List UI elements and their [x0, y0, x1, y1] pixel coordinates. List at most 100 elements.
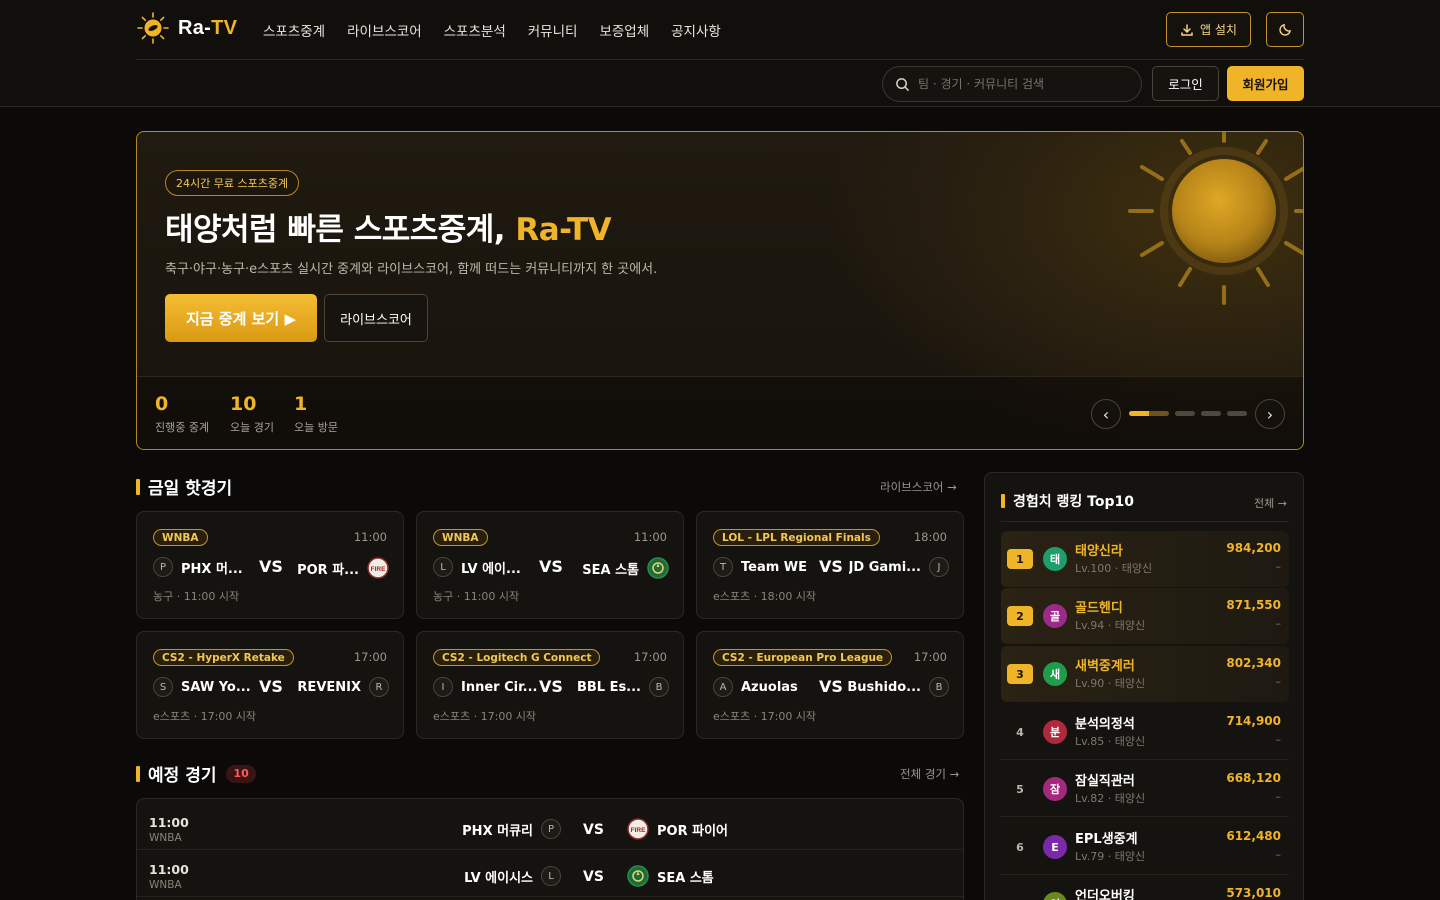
match-card[interactable]: LOL - LPL Regional Finals 18:00 T Team WE…: [696, 511, 964, 619]
carousel-dot[interactable]: [1175, 411, 1195, 416]
main-nav: 스포츠중계 라이브스코어 스포츠분석 커뮤니티 보증업체 공지사항: [263, 20, 743, 40]
match-teams: P PHX 머... VS POR 파... FIRE: [153, 557, 389, 579]
hero-banner: 24시간 무료 스포츠중계 태양처럼 빠른 스포츠중계, Ra-TV 축구·야구…: [136, 131, 1304, 450]
theme-toggle-button[interactable]: [1266, 12, 1304, 47]
search-box: [882, 66, 1142, 102]
nav-item-sports-analysis[interactable]: 스포츠분석: [444, 20, 506, 40]
rank-change: –: [1275, 617, 1282, 630]
nav-item-sports-broadcast[interactable]: 스포츠중계: [263, 20, 325, 40]
nav-item-verified-sites[interactable]: 보증업체: [599, 20, 649, 40]
home-team: SAW Yo...: [181, 679, 251, 695]
vs-label: VS: [583, 822, 604, 838]
match-time: 17:00: [913, 650, 947, 664]
schedule-league: WNBA: [149, 879, 182, 891]
xp-ranking-panel: 경험치 랭킹 Top10 전체 → 1 태 태양신라 Lv.100 · 태양신 984,…: [984, 472, 1304, 900]
stat-today-matches: 10 오늘 경기: [230, 393, 274, 434]
carousel-next-button[interactable]: ›: [1255, 399, 1285, 429]
list-item[interactable]: 2 골 골드헨디 Lv.94 · 태양신 871,550 –: [1001, 588, 1289, 644]
home-team: Inner Cir...: [461, 679, 538, 695]
search-input[interactable]: [918, 77, 1118, 91]
carousel-dot[interactable]: [1129, 411, 1169, 416]
user-name: 언더오버킹: [1075, 889, 1135, 900]
match-card[interactable]: CS2 - HyperX Retake 17:00 S SAW Yo... VS …: [136, 631, 404, 739]
match-card[interactable]: WNBA 11:00 P PHX 머... VS POR 파... FIRE 농구…: [136, 511, 404, 619]
avatar: 태: [1043, 547, 1067, 571]
rank-number: 3: [1007, 664, 1033, 684]
team-badge: L: [433, 557, 453, 577]
match-meta: 농구 · 11:00 시작: [153, 590, 240, 603]
table-row[interactable]: 11:00 WNBA PHX 머큐리 P VS FIRE POR 파이어: [137, 803, 963, 850]
match-card[interactable]: CS2 - Logitech G Connect 17:00 I Inner Ci…: [416, 631, 684, 739]
hero-badge: 24시간 무료 스포츠중계: [165, 170, 300, 196]
all-matches-link[interactable]: 전체 경기 →: [900, 766, 959, 782]
list-item[interactable]: 5 잠 잠실직관러 Lv.82 · 태양신 668,120 –: [1001, 761, 1289, 817]
section-accent-bar: [136, 478, 140, 495]
team-badge: A: [713, 677, 733, 697]
match-time: 17:00: [633, 650, 667, 664]
home-team: LV 에이...: [461, 561, 521, 577]
league-badge: CS2 - European Pro League: [713, 649, 893, 666]
livescore-button[interactable]: 라이브스코어: [324, 294, 428, 342]
nav-item-community[interactable]: 커뮤니티: [528, 20, 578, 40]
rank-number: 2: [1007, 606, 1033, 626]
app-install-button[interactable]: 앱 설치: [1166, 12, 1251, 47]
download-icon: [1181, 23, 1193, 36]
avatar: 골: [1043, 604, 1067, 628]
logo[interactable]: Ra-TV: [136, 10, 237, 46]
livescore-link[interactable]: 라이브스코어 →: [880, 479, 957, 495]
away-team: JD Gami...: [848, 559, 921, 575]
avatar: 잠: [1043, 777, 1067, 801]
app-install-label: 앱 설치: [1200, 23, 1237, 37]
carousel-dot[interactable]: [1227, 411, 1247, 416]
match-time: 17:00: [353, 650, 387, 664]
storm-logo-icon: [647, 557, 669, 579]
login-button[interactable]: 로그인: [1152, 66, 1219, 101]
xp-score: 573,010: [1226, 886, 1281, 900]
xp-score: 714,900: [1226, 714, 1281, 728]
header-top-bar: Ra-TV 스포츠중계 라이브스코어 스포츠분석 커뮤니티 보증업체 공지사항 …: [136, 0, 1304, 60]
nav-item-notice[interactable]: 공지사항: [671, 20, 721, 40]
table-row[interactable]: 11:00 WNBA LV 에이시스 L VS SEA 스톰: [137, 850, 963, 897]
vs-label: VS: [819, 677, 843, 696]
svg-text:FIRE: FIRE: [371, 566, 386, 573]
list-item[interactable]: 1 태 태양신라 Lv.100 · 태양신 984,200 –: [1001, 531, 1289, 587]
match-card[interactable]: CS2 - European Pro League 17:00 A Azuolas…: [696, 631, 964, 739]
user-level: Lv.100 · 태양신: [1075, 562, 1153, 575]
rank-change: –: [1275, 790, 1282, 803]
section-accent-bar: [136, 765, 140, 782]
team-badge: J: [929, 557, 949, 577]
stat-today-visits: 1 오늘 방문: [294, 393, 338, 434]
away-team: POR 파이어: [657, 823, 728, 839]
list-item[interactable]: 6 E EPL생중계 Lv.79 · 태양신 612,480 –: [1001, 819, 1289, 875]
rank-change: –: [1275, 848, 1282, 861]
sun-illustration-icon: [1128, 132, 1303, 305]
match-card[interactable]: WNBA 11:00 L LV 에이... VS SEA 스톰 농구 · 11:0…: [416, 511, 684, 619]
user-level: Lv.94 · 태양신: [1075, 619, 1146, 632]
watch-now-button[interactable]: 지금 중계 보기 ▶: [165, 294, 317, 342]
nav-item-livescore[interactable]: 라이브스코어: [347, 20, 422, 40]
team-badge: P: [153, 557, 173, 577]
ranking-all-link[interactable]: 전체 →: [1254, 495, 1287, 511]
rank-number: 7: [1007, 894, 1033, 900]
xp-score: 984,200: [1226, 541, 1281, 555]
xp-score: 612,480: [1226, 829, 1281, 843]
avatar: 분: [1043, 720, 1067, 744]
list-item[interactable]: 7언언더오버킹Lv.76 · 태양신573,010–: [1001, 876, 1289, 900]
carousel-prev-button[interactable]: ‹: [1091, 399, 1121, 429]
fire-logo-icon: FIRE: [627, 818, 649, 840]
match-time: 18:00: [913, 530, 947, 544]
league-badge: WNBA: [153, 529, 208, 546]
match-teams: L LV 에이... VS SEA 스톰: [433, 557, 669, 579]
site-header: Ra-TV 스포츠중계 라이브스코어 스포츠분석 커뮤니티 보증업체 공지사항 …: [0, 0, 1440, 107]
list-item[interactable]: 3 새 새벽중계러 Lv.90 · 태양신 802,340 –: [1001, 646, 1289, 702]
list-item[interactable]: 4 분 분석의정석 Lv.85 · 태양신 714,900 –: [1001, 704, 1289, 760]
avatar: 언: [1043, 892, 1067, 900]
carousel-dot[interactable]: [1201, 411, 1221, 416]
match-meta: e스포츠 · 17:00 시작: [433, 710, 537, 723]
user-name: 새벽중계러: [1075, 659, 1135, 674]
team-badge: B: [929, 677, 949, 697]
schedule-table: 11:00 WNBA PHX 머큐리 P VS FIRE POR 파이어 11:0…: [136, 798, 964, 900]
user-level: Lv.90 · 태양신: [1075, 677, 1146, 690]
home-team: PHX 머큐리: [462, 823, 533, 839]
signup-button[interactable]: 회원가입: [1227, 66, 1304, 101]
